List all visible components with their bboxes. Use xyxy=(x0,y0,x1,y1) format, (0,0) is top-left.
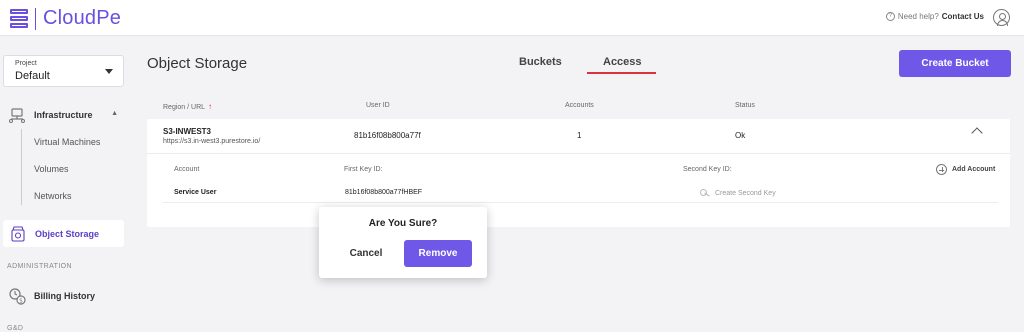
remove-button[interactable]: Remove xyxy=(404,240,472,267)
caret-down-icon xyxy=(105,69,113,74)
cancel-button[interactable]: Cancel xyxy=(335,241,397,266)
create-second-key-button[interactable]: Create Second Key xyxy=(700,189,776,197)
column-header-status: Status xyxy=(735,102,755,109)
help-link[interactable]: ? Need help? Contact Us xyxy=(885,12,984,21)
svg-text:$: $ xyxy=(19,298,23,305)
sort-arrow-up-icon: ↑ xyxy=(208,102,213,111)
page-title: Object Storage xyxy=(147,55,248,72)
app-logo[interactable]: CloudPe xyxy=(10,7,121,30)
user-profile-icon[interactable] xyxy=(993,9,1010,26)
region-name: S3-INWEST3 xyxy=(163,127,212,136)
add-account-button[interactable]: Add Account xyxy=(936,164,995,175)
account-name-cell: Service User xyxy=(174,189,217,196)
project-select[interactable]: Project Default xyxy=(3,55,124,87)
create-second-key-label: Create Second Key xyxy=(715,189,776,197)
object-storage-icon xyxy=(11,225,25,242)
accounts-cell: 1 xyxy=(577,131,582,140)
create-bucket-button[interactable]: Create Bucket xyxy=(899,50,1011,77)
column-header-user-id: User ID xyxy=(366,102,390,109)
active-tab-indicator xyxy=(587,72,656,74)
sub-header-account: Account xyxy=(174,166,200,173)
billing-history-icon: $ xyxy=(9,288,26,305)
plus-circle-icon xyxy=(936,164,947,175)
region-url: https://s3.in-west3.purestore.io/ xyxy=(163,138,261,145)
access-table-card: S3-INWEST3 https://s3.in-west3.purestore… xyxy=(147,119,1010,227)
dialog-title: Are You Sure? xyxy=(368,218,438,229)
confirm-remove-dialog: Are You Sure? Cancel Remove xyxy=(319,207,487,278)
section-title-administration: ADMINISTRATION xyxy=(7,263,72,270)
sidebar-item-label: Billing History xyxy=(34,291,96,301)
project-value: Default xyxy=(15,70,50,82)
infrastructure-icon xyxy=(9,108,25,123)
status-cell: Ok xyxy=(735,131,746,140)
top-bar: CloudPe ? Need help? Contact Us xyxy=(0,0,1024,36)
column-header-accounts: Accounts xyxy=(565,102,594,109)
sidebar-item-networks[interactable]: Networks xyxy=(34,191,72,201)
first-key-cell: 81b16f08b800a77fHBEF xyxy=(345,189,423,196)
sidebar: Project Default Infrastructure ▲ Virtual… xyxy=(0,37,131,332)
table-row: Service User 81b16f08b800a77fHBEF Create… xyxy=(163,182,998,202)
question-icon: ? xyxy=(885,12,895,21)
sidebar-item-label: Object Storage xyxy=(35,228,100,239)
infrastructure-subnav: Virtual Machines Volumes Networks xyxy=(21,129,126,205)
column-header-region[interactable]: Region / URL ↑ xyxy=(163,102,212,111)
contact-us-link[interactable]: Contact Us xyxy=(942,12,984,21)
server-stack-logo-icon xyxy=(10,8,28,29)
column-header-label: Region / URL xyxy=(163,104,206,111)
collapse-chevron-up-icon[interactable] xyxy=(971,127,983,139)
sidebar-item-virtual-machines[interactable]: Virtual Machines xyxy=(34,137,100,147)
sidebar-item-object-storage[interactable]: Object Storage xyxy=(3,220,124,247)
row-divider xyxy=(163,202,998,203)
app-name: CloudPe xyxy=(43,7,122,29)
sidebar-item-billing-history[interactable]: $ Billing History xyxy=(8,287,95,305)
sidebar-item-infrastructure[interactable]: Infrastructure ▲ xyxy=(8,104,126,126)
sub-header-first-key: First Key ID: xyxy=(344,166,383,173)
key-icon xyxy=(700,189,710,197)
section-title-next: G&D xyxy=(7,325,24,332)
project-label: Project xyxy=(15,60,37,67)
tab-access[interactable]: Access xyxy=(603,56,642,68)
user-id-cell: 81b16f08b800a77f xyxy=(354,131,421,140)
chevron-up-icon[interactable]: ▲ xyxy=(111,110,118,117)
add-account-label: Add Account xyxy=(952,166,996,173)
sidebar-item-label: Infrastructure xyxy=(34,110,93,120)
row-divider xyxy=(147,153,1010,154)
sub-header-second-key: Second Key ID: xyxy=(683,166,732,173)
help-text: Need help? xyxy=(897,12,939,21)
sidebar-item-volumes[interactable]: Volumes xyxy=(34,164,69,174)
logo-divider xyxy=(35,7,36,30)
tab-buckets[interactable]: Buckets xyxy=(519,56,562,68)
